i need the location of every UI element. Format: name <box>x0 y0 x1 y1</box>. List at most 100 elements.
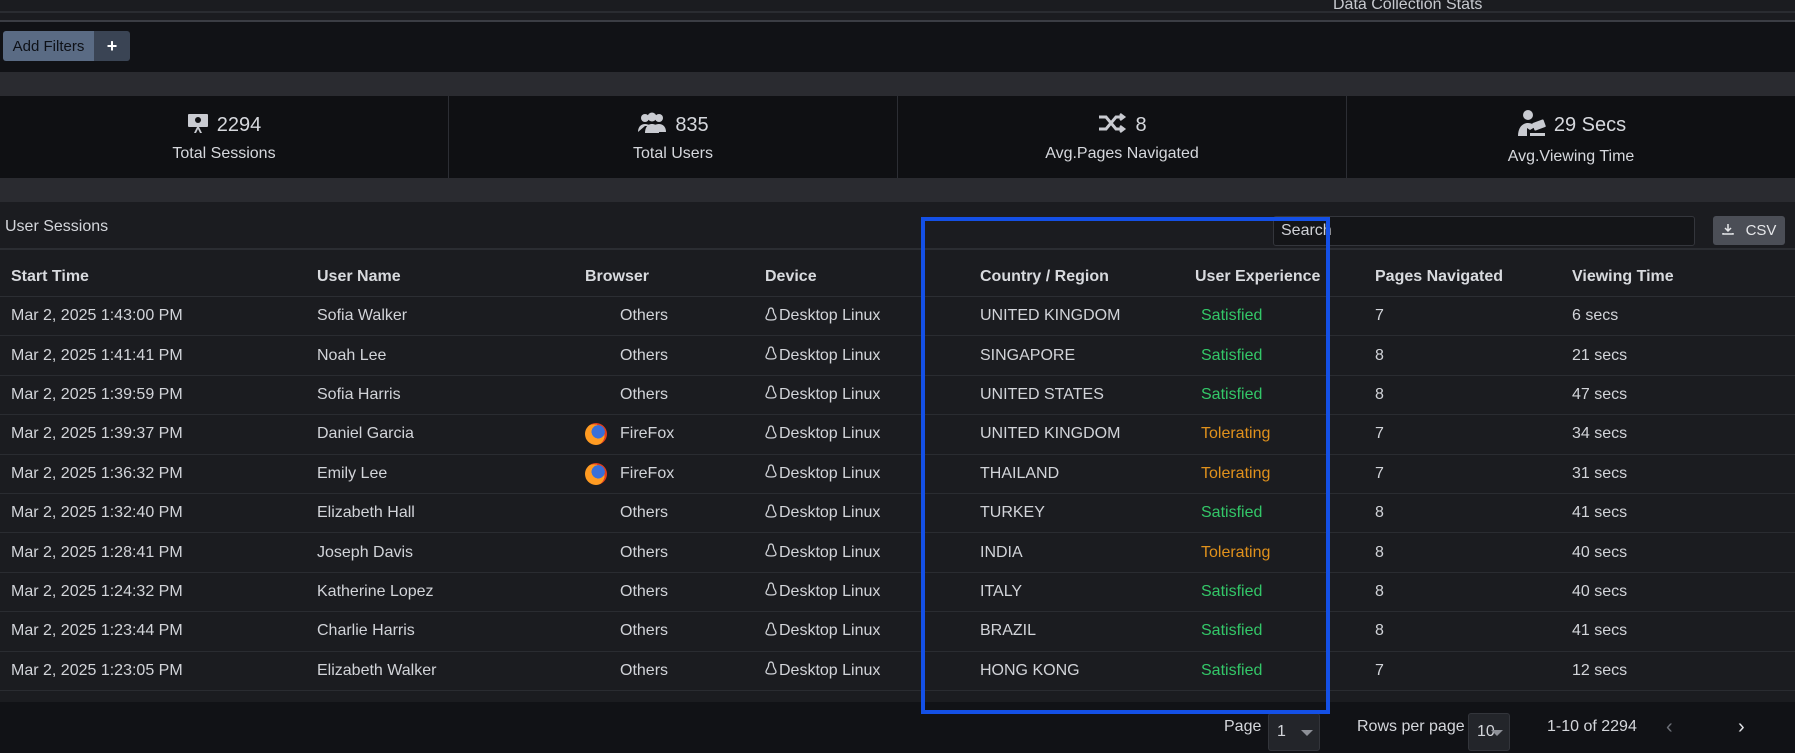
column-header[interactable]: Start Time <box>0 268 317 286</box>
viewing-time-cell: 47 secs <box>1572 385 1628 403</box>
firefox-icon <box>585 462 607 485</box>
csv-label: CSV <box>1745 222 1777 239</box>
user-name-cell[interactable]: Emily Lee <box>317 465 585 483</box>
viewing-time-cell: 41 secs <box>1572 504 1628 522</box>
column-header[interactable]: Country / Region <box>980 268 1195 286</box>
stat-value: 835 <box>675 113 709 136</box>
country-cell: ITALY <box>980 582 1023 600</box>
linux-icon <box>765 661 777 680</box>
table-row[interactable]: Mar 2, 2025 1:28:41 PM Joseph Davis Others… <box>0 533 1795 573</box>
next-page-icon[interactable]: › <box>1738 716 1745 739</box>
linux-icon <box>765 503 777 523</box>
device-label: Desktop Linux <box>779 464 881 482</box>
browser-cell: FireFox <box>585 423 765 446</box>
prev-page-icon[interactable]: ‹ <box>1666 716 1673 739</box>
start-time-cell: Mar 2, 2025 1:32:40 PM <box>11 504 183 522</box>
start-time-cell: Mar 2, 2025 1:39:37 PM <box>11 425 183 443</box>
table-row[interactable]: Mar 2, 2025 1:23:05 PM Elizabeth Walker Ot… <box>0 652 1795 691</box>
user-name-cell[interactable]: Sofia Harris <box>317 386 585 404</box>
browser-icon-placeholder <box>585 345 607 367</box>
stat-avg-viewing-time: 29 Secs Avg.Viewing Time <box>1347 96 1795 178</box>
user-name-cell[interactable]: Sofia Walker <box>317 307 585 325</box>
user-name-cell[interactable]: Joseph Davis <box>317 544 585 562</box>
linux-icon <box>765 582 777 601</box>
start-time-cell: Mar 2, 2025 1:36:32 PM <box>11 464 183 482</box>
sessions-header: User Sessions CSV <box>0 202 1795 250</box>
browser-icon-placeholder <box>585 502 607 524</box>
pages-navigated-cell: 8 <box>1375 385 1384 403</box>
linux-icon <box>765 622 777 641</box>
stat-caption: Avg.Pages Navigated <box>1045 144 1199 162</box>
column-header[interactable]: Device <box>765 268 980 286</box>
stat-caption: Avg.Viewing Time <box>1507 147 1635 165</box>
table-row[interactable]: Mar 2, 2025 1:43:00 PM Sofia Walker Others… <box>0 297 1795 337</box>
browser-icon-placeholder <box>585 305 607 327</box>
browser-cell: Others <box>585 542 765 564</box>
start-time-cell: Mar 2, 2025 1:43:00 PM <box>11 307 183 325</box>
user-experience-cell: Satisfied <box>1201 661 1263 679</box>
viewing-time-cell: 6 secs <box>1572 307 1619 325</box>
start-time-cell: Mar 2, 2025 1:28:41 PM <box>11 543 183 561</box>
column-header[interactable]: Viewing Time <box>1572 268 1772 286</box>
browser-label: Others <box>620 385 669 403</box>
table-row[interactable]: Mar 2, 2025 1:41:41 PM Noah Lee Others Desk… <box>0 336 1795 376</box>
pages-navigated-cell: 8 <box>1375 543 1384 561</box>
browser-icon-placeholder <box>585 620 607 642</box>
csv-export-button[interactable]: CSV <box>1713 216 1785 245</box>
stat-total-users: 835 Total Users <box>449 96 898 178</box>
download-icon <box>1721 222 1734 239</box>
browser-label: Others <box>620 543 669 561</box>
device-label: Desktop Linux <box>779 582 881 600</box>
table-body: Mar 2, 2025 1:43:00 PM Sofia Walker Others… <box>0 297 1795 691</box>
page-label: Page <box>1224 718 1262 735</box>
table-row[interactable]: Mar 2, 2025 1:24:32 PM Katherine Lopez Oth… <box>0 573 1795 613</box>
browser-cell: Others <box>585 660 765 682</box>
user-experience-cell: Satisfied <box>1201 307 1263 325</box>
user-name-cell[interactable]: Elizabeth Hall <box>317 504 585 522</box>
country-cell: UNITED KINGDOM <box>980 307 1121 325</box>
rows-per-page-label: Rows per page <box>1357 718 1465 735</box>
column-header[interactable]: Browser <box>585 268 765 286</box>
country-cell: UNITED STATES <box>980 385 1104 403</box>
rows-per-page-select[interactable]: 10 <box>1468 713 1510 751</box>
country-cell: UNITED KINGDOM <box>980 425 1121 443</box>
column-header[interactable]: User Name <box>317 268 585 286</box>
table-row[interactable]: Mar 2, 2025 1:39:37 PM Daniel Garcia FireF… <box>0 415 1795 455</box>
device-label: Desktop Linux <box>779 661 881 679</box>
table-row[interactable]: Mar 2, 2025 1:39:59 PM Sofia Harris Others… <box>0 376 1795 416</box>
pages-navigated-cell: 8 <box>1375 582 1384 600</box>
column-header[interactable]: User Experience <box>1195 268 1375 286</box>
sessions-table: Start Time User Name Browser Device Coun… <box>0 258 1795 691</box>
user-name-cell[interactable]: Elizabeth Walker <box>317 662 585 680</box>
add-filters-button[interactable]: Add Filters + <box>3 31 130 61</box>
viewing-time-cell: 12 secs <box>1572 661 1628 679</box>
column-header[interactable]: Pages Navigated <box>1375 268 1572 286</box>
browser-cell: Others <box>585 581 765 603</box>
user-name-cell[interactable]: Charlie Harris <box>317 622 585 640</box>
viewing-time-cell: 31 secs <box>1572 464 1628 482</box>
browser-label: FireFox <box>620 425 675 443</box>
plus-icon[interactable]: + <box>94 31 130 61</box>
top-bar: Data Collection Stats <box>0 0 1795 22</box>
pages-navigated-cell: 8 <box>1375 346 1384 364</box>
stats-panel: 2294 Total Sessions 835 Total Users 8 Av… <box>0 96 1795 178</box>
table-row[interactable]: Mar 2, 2025 1:32:40 PM Elizabeth Hall Othe… <box>0 494 1795 534</box>
user-experience-cell: Satisfied <box>1201 385 1263 403</box>
browser-label: Others <box>620 504 669 522</box>
user-name-cell[interactable]: Noah Lee <box>317 347 585 365</box>
device-label: Desktop Linux <box>779 543 881 561</box>
table-row[interactable]: Mar 2, 2025 1:23:44 PM Charlie Harris Othe… <box>0 612 1795 652</box>
search-input[interactable] <box>1273 216 1695 246</box>
section-label: Data Collection Stats <box>1333 0 1483 13</box>
linux-icon <box>765 385 777 404</box>
stat-value: 29 Secs <box>1553 113 1627 136</box>
user-name-cell[interactable]: Katherine Lopez <box>317 583 585 601</box>
page-select[interactable]: 1 <box>1268 713 1320 751</box>
user-name-cell[interactable]: Daniel Garcia <box>317 425 585 443</box>
device-label: Desktop Linux <box>779 307 881 325</box>
table-row[interactable]: Mar 2, 2025 1:36:32 PM Emily Lee FireFox De… <box>0 455 1795 494</box>
user-experience-cell: Satisfied <box>1201 346 1263 364</box>
browser-label: Others <box>620 661 669 679</box>
viewing-time-cell: 40 secs <box>1572 582 1628 600</box>
pages-navigated-cell: 8 <box>1375 622 1384 640</box>
